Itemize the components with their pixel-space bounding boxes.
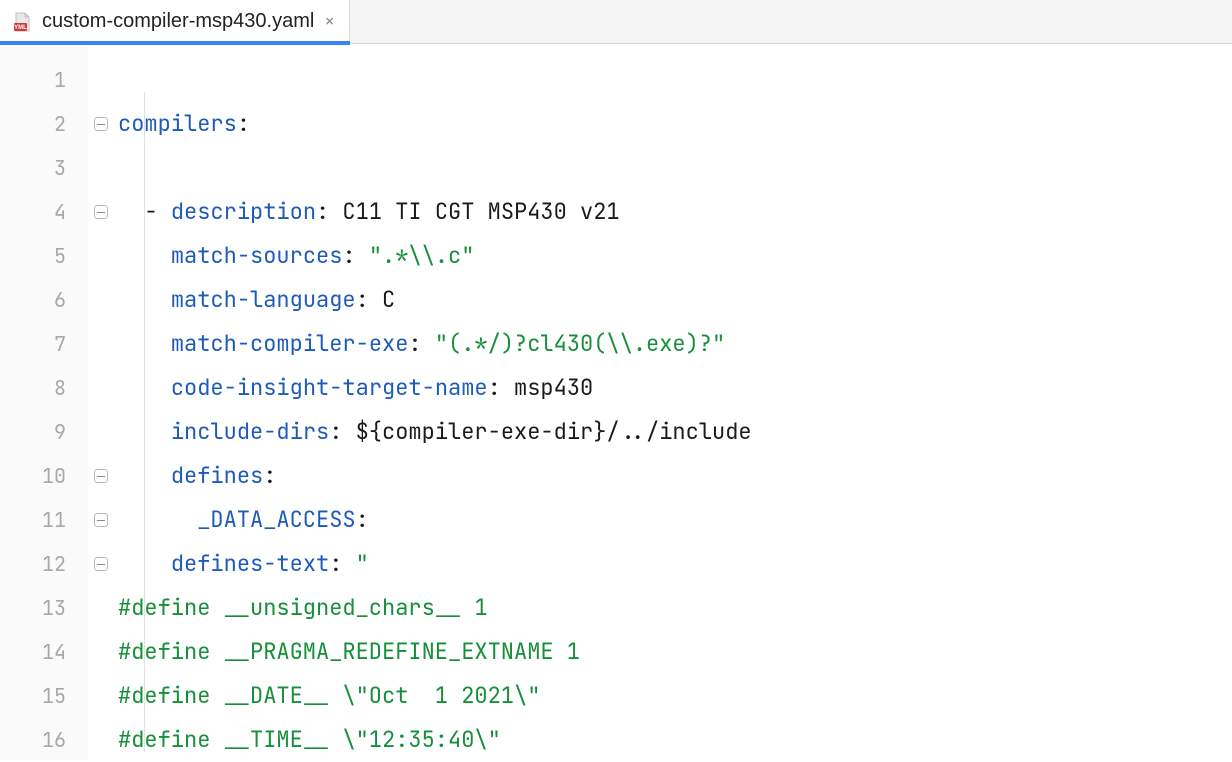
line-number: 11 <box>0 498 88 542</box>
line-number: 6 <box>0 278 88 322</box>
code-token: : msp430 <box>488 373 594 402</box>
code-line[interactable]: match-language: C <box>114 278 1232 322</box>
fold-row <box>88 498 114 542</box>
code-line[interactable]: _DATA_ACCESS: <box>114 498 1232 542</box>
code-line[interactable]: match-sources: ".*\\.c" <box>114 234 1232 278</box>
code-token: : <box>263 461 276 490</box>
fold-row <box>88 674 114 718</box>
code-line[interactable]: match-compiler-exe: "(.*/)?cl430(\\.exe)… <box>114 322 1232 366</box>
svg-text:YML: YML <box>14 25 27 31</box>
tab-bar: YML custom-compiler-msp430.yaml × <box>0 0 1232 44</box>
code-token: "(.*/)?cl430(\\.exe)?" <box>435 329 725 358</box>
editor[interactable]: 12345678910111213141516 compilers: - des… <box>0 44 1232 760</box>
code-line[interactable] <box>114 58 1232 102</box>
code-token: : C <box>356 285 396 314</box>
code-token: " <box>356 549 369 578</box>
fold-column <box>88 44 114 760</box>
code-token: match-compiler-exe <box>171 329 409 358</box>
code-line[interactable]: defines-text: " <box>114 542 1232 586</box>
fold-row <box>88 366 114 410</box>
code-token: #define __PRAGMA_REDEFINE_EXTNAME 1 <box>118 637 580 666</box>
code-token: match-language <box>171 285 356 314</box>
fold-row <box>88 278 114 322</box>
code-token: description <box>171 197 316 226</box>
close-icon[interactable]: × <box>322 10 337 33</box>
code-token: #define __DATE__ \"Oct 1 2021\" <box>118 681 540 710</box>
line-number: 14 <box>0 630 88 674</box>
line-number: 12 <box>0 542 88 586</box>
tab-filename: custom-compiler-msp430.yaml <box>42 10 314 33</box>
line-number: 8 <box>0 366 88 410</box>
code-token: : C11 TI CGT MSP430 v21 <box>316 197 620 226</box>
code-line[interactable]: defines: <box>114 454 1232 498</box>
code-token: include-dirs <box>171 417 329 446</box>
line-number: 10 <box>0 454 88 498</box>
fold-row <box>88 542 114 586</box>
code-token: : <box>408 329 434 358</box>
code-line[interactable]: - description: C11 TI CGT MSP430 v21 <box>114 190 1232 234</box>
fold-toggle-icon[interactable] <box>94 117 108 131</box>
fold-toggle-icon[interactable] <box>94 205 108 219</box>
code-token: #define __TIME__ \"12:35:40\" <box>118 725 501 754</box>
code-token: : <box>237 109 250 138</box>
fold-row <box>88 410 114 454</box>
code-token: defines-text <box>171 549 329 578</box>
line-number: 1 <box>0 58 88 102</box>
code-token: defines <box>171 461 263 490</box>
code-token: match-sources <box>171 241 343 270</box>
code-line[interactable] <box>114 146 1232 190</box>
code-line[interactable]: compilers: <box>114 102 1232 146</box>
line-number: 16 <box>0 718 88 762</box>
fold-row <box>88 586 114 630</box>
code-line[interactable]: #define __DATE__ \"Oct 1 2021\" <box>114 674 1232 718</box>
code-line[interactable]: #define __PRAGMA_REDEFINE_EXTNAME 1 <box>114 630 1232 674</box>
code-token: code-insight-target-name <box>171 373 488 402</box>
line-number: 9 <box>0 410 88 454</box>
fold-toggle-icon[interactable] <box>94 513 108 527</box>
code-line[interactable]: include-dirs: ${compiler-exe-dir}/../inc… <box>114 410 1232 454</box>
fold-row <box>88 190 114 234</box>
fold-toggle-icon[interactable] <box>94 557 108 571</box>
line-number: 4 <box>0 190 88 234</box>
fold-row <box>88 630 114 674</box>
code-token <box>118 505 197 534</box>
yaml-file-icon: YML <box>10 10 34 34</box>
code-token: #define __unsigned_chars__ 1 <box>118 593 488 622</box>
fold-row <box>88 102 114 146</box>
fold-row <box>88 234 114 278</box>
fold-row <box>88 718 114 762</box>
line-number: 15 <box>0 674 88 718</box>
fold-row <box>88 58 114 102</box>
code-line[interactable]: #define __unsigned_chars__ 1 <box>114 586 1232 630</box>
code-line[interactable]: code-insight-target-name: msp430 <box>114 366 1232 410</box>
code-token: : <box>356 505 369 534</box>
code-token: compilers <box>118 109 237 138</box>
fold-row <box>88 322 114 366</box>
fold-row <box>88 454 114 498</box>
line-number: 2 <box>0 102 88 146</box>
gutter: 12345678910111213141516 <box>0 44 88 760</box>
line-number: 3 <box>0 146 88 190</box>
fold-row <box>88 146 114 190</box>
code-line[interactable]: #define __TIME__ \"12:35:40\" <box>114 718 1232 762</box>
line-number: 7 <box>0 322 88 366</box>
line-number: 13 <box>0 586 88 630</box>
code-token: _DATA_ACCESS <box>197 505 355 534</box>
code-token: : <box>329 549 355 578</box>
code-token: ".*\\.c" <box>369 241 475 270</box>
tab-file[interactable]: YML custom-compiler-msp430.yaml × <box>0 0 350 43</box>
fold-toggle-icon[interactable] <box>94 469 108 483</box>
line-number: 5 <box>0 234 88 278</box>
code-area[interactable]: compilers: - description: C11 TI CGT MSP… <box>114 44 1232 760</box>
code-token: : <box>342 241 368 270</box>
code-token: : ${compiler-exe-dir}/../include <box>329 417 751 446</box>
